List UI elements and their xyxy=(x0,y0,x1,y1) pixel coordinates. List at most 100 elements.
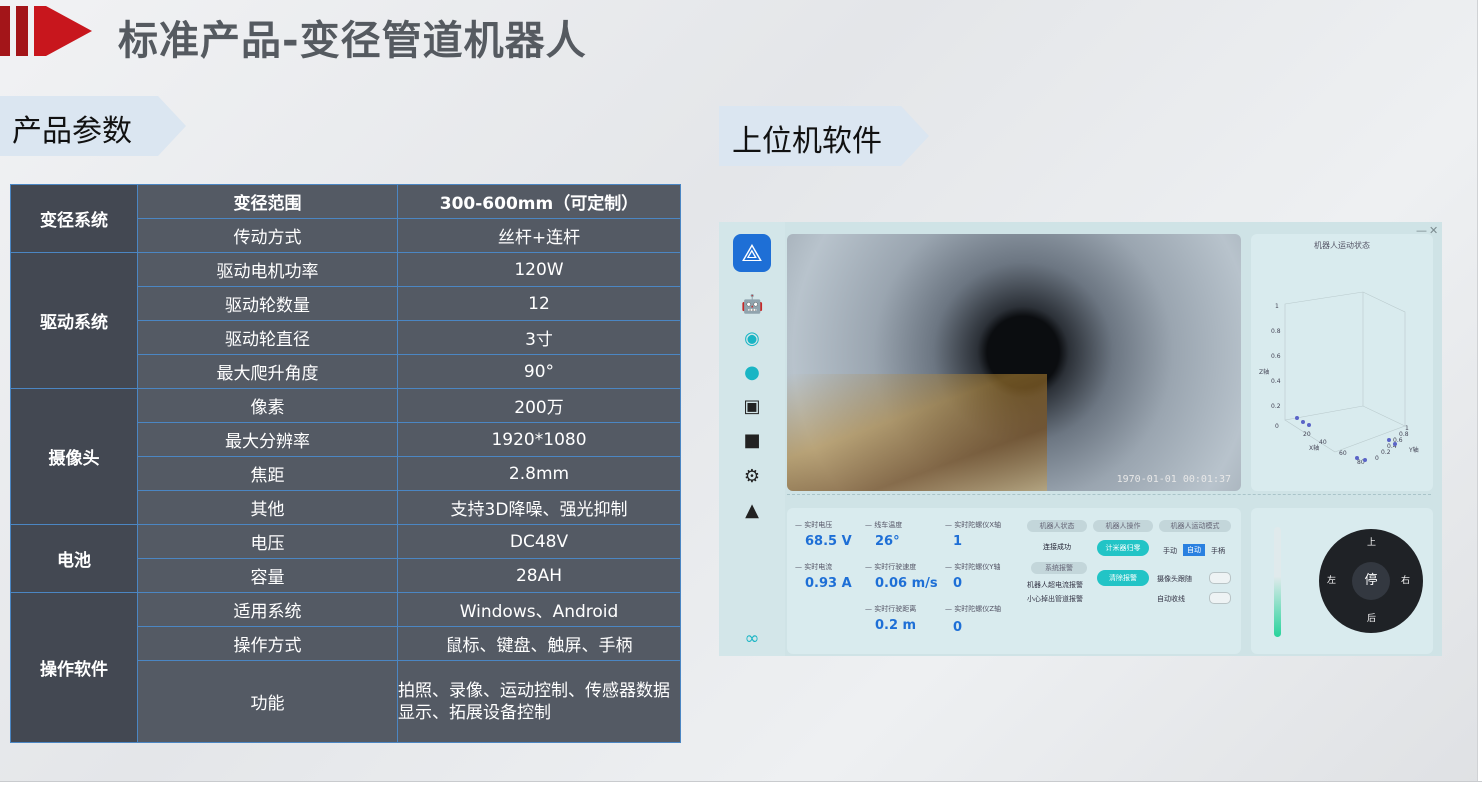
speed-value: 0.06 m/s xyxy=(875,576,938,591)
alarm-overcurrent: 机器人超电流报警 xyxy=(1027,581,1083,589)
distance-label: — 实时行驶距离 xyxy=(865,605,917,613)
param-value: 200万 xyxy=(397,388,681,423)
temp-value: 26° xyxy=(875,534,900,549)
speed-label: — 实时行驶速度 xyxy=(865,563,917,571)
app-sidebar: ⟁ 🤖 ◉ ● ▣ ■ ⚙ ▲ ∞ xyxy=(719,222,785,656)
param-name: 最大爬升角度 xyxy=(137,354,398,389)
y-tick: 0 xyxy=(1375,455,1379,462)
mode-manual[interactable]: 手动 xyxy=(1163,546,1177,556)
z-tick: 0.6 xyxy=(1271,353,1281,360)
current-value: 0.93 A xyxy=(805,576,852,591)
header-deco-bar-2 xyxy=(16,6,28,56)
trajectory-point xyxy=(1363,458,1367,462)
connected-status: 连接成功 xyxy=(1043,543,1071,551)
param-name: 驱动轮直径 xyxy=(137,320,398,355)
robot-mode-header: 机器人运动模式 xyxy=(1159,520,1231,532)
link-icon[interactable]: ∞ xyxy=(741,628,763,650)
camera-timestamp: 1970-01-01 00:01:37 xyxy=(1116,474,1231,485)
param-name: 电压 xyxy=(137,524,398,559)
param-value: 1920*1080 xyxy=(397,422,681,457)
mode-handle[interactable]: 手柄 xyxy=(1211,546,1225,556)
table-row: 摄像头 像素 200万 xyxy=(10,388,681,525)
param-value: 120W xyxy=(397,252,681,287)
z-axis-label: Z轴 xyxy=(1259,368,1269,376)
camera-icon[interactable]: ▣ xyxy=(741,396,763,418)
table-row: 操作软件 适用系统 Windows、Android xyxy=(10,592,681,743)
left-button[interactable]: 左 xyxy=(1327,573,1336,586)
header-deco-arrow xyxy=(46,6,92,56)
header-deco-rect xyxy=(34,6,46,56)
video-icon[interactable]: ■ xyxy=(741,430,763,452)
param-name: 其他 xyxy=(137,490,398,525)
z-tick: 1 xyxy=(1275,303,1279,310)
gear-icon[interactable]: ⚙ xyxy=(741,466,763,488)
group-cell: 电池 xyxy=(10,524,138,593)
param-value: 鼠标、键盘、触屏、手柄 xyxy=(397,626,681,661)
param-value: 90° xyxy=(397,354,681,389)
speed-slider[interactable] xyxy=(1274,527,1281,637)
chart-box xyxy=(1284,291,1406,427)
alarm-fall: 小心掉出管道报警 xyxy=(1027,595,1083,603)
y-axis-label: Y轴 xyxy=(1408,446,1419,454)
table-row: 电池 电压 DC48V xyxy=(10,524,681,593)
gyro-z-value: 0 xyxy=(953,620,963,635)
z-tick: 0.8 xyxy=(1271,328,1281,335)
trajectory-point xyxy=(1393,442,1397,446)
z-tick: 0 xyxy=(1275,423,1279,430)
param-name: 操作方式 xyxy=(137,626,398,661)
page-title: 标准产品-变径管道机器人 xyxy=(118,18,587,64)
z-tick: 0.4 xyxy=(1271,378,1281,385)
param-value: 拍照、录像、运动控制、传感器数据显示、拓展设备控制 xyxy=(397,660,681,743)
clear-alarm-button[interactable]: 清除报警 xyxy=(1097,570,1149,586)
right-button[interactable]: 右 xyxy=(1401,573,1410,586)
joystick[interactable]: 停 左 右 上 后 xyxy=(1319,529,1423,633)
x-tick: 60 xyxy=(1339,450,1347,457)
param-name: 驱动电机功率 xyxy=(137,252,398,287)
group-cell: 变径系统 xyxy=(10,184,138,253)
param-name: 驱动轮数量 xyxy=(137,286,398,321)
trajectory-point xyxy=(1307,423,1311,427)
spec-table: 变径系统 变径范围 300-600mm（可定制） 传动方式 丝杆+连杆 驱动系统… xyxy=(10,184,681,743)
motion-chart-panel: 机器人运动状态 1 0.8 0.6 0.4 0.2 0 Z轴 20 40 60 … xyxy=(1251,234,1433,491)
camera-follow-label: 摄像头跟随 xyxy=(1157,575,1192,583)
auto-cable-label: 自动收线 xyxy=(1157,595,1185,603)
group-cell: 操作软件 xyxy=(10,592,138,743)
system-alarm-header: 系统报警 xyxy=(1031,562,1087,574)
param-value: 丝杆+连杆 xyxy=(397,218,681,253)
camera-follow-toggle[interactable] xyxy=(1209,572,1231,584)
table-row: 变径系统 变径范围 300-600mm（可定制） xyxy=(10,184,681,253)
param-name: 容量 xyxy=(137,558,398,593)
robot-icon[interactable]: 🤖 xyxy=(741,294,763,316)
param-value: 2.8mm xyxy=(397,456,681,491)
param-name: 适用系统 xyxy=(137,592,398,627)
webcam-icon[interactable]: ◉ xyxy=(741,328,763,350)
current-label: — 实时电流 xyxy=(795,563,833,571)
bulb-icon[interactable]: ● xyxy=(741,362,763,384)
param-name: 变径范围 xyxy=(137,184,398,219)
trajectory-point xyxy=(1295,416,1299,420)
slide-edge-right xyxy=(1477,0,1482,787)
back-button[interactable]: 后 xyxy=(1367,611,1376,624)
z-tick: 0.2 xyxy=(1271,403,1281,410)
mode-auto[interactable]: 自动 xyxy=(1183,544,1205,556)
param-name: 像素 xyxy=(137,388,398,423)
param-name: 焦距 xyxy=(137,456,398,491)
up-button[interactable]: 上 xyxy=(1367,535,1376,548)
param-value: 支持3D降噪、强光抑制 xyxy=(397,490,681,525)
auto-cable-toggle[interactable] xyxy=(1209,592,1231,604)
trajectory-point xyxy=(1387,438,1391,442)
y-tick: 0.8 xyxy=(1399,431,1409,438)
stop-button[interactable]: 停 xyxy=(1352,562,1390,600)
motion-chart: 1 0.8 0.6 0.4 0.2 0 Z轴 20 40 60 80 X轴 0 … xyxy=(1259,291,1419,466)
header-deco-bar-1 xyxy=(0,6,10,56)
param-value: 12 xyxy=(397,286,681,321)
gyro-y-label: — 实时陀螺仪Y轴 xyxy=(945,563,1001,571)
timeline-ruler xyxy=(787,494,1431,501)
gyro-z-label: — 实时陀螺仪Z轴 xyxy=(945,605,1002,613)
bell-icon[interactable]: ▲ xyxy=(741,500,763,522)
param-name: 传动方式 xyxy=(137,218,398,253)
counter-reset-button[interactable]: 计米器归零 xyxy=(1097,540,1149,556)
robot-op-header: 机器人操作 xyxy=(1093,520,1153,532)
app-logo-icon: ⟁ xyxy=(733,234,771,272)
robot-state-header: 机器人状态 xyxy=(1027,520,1087,532)
